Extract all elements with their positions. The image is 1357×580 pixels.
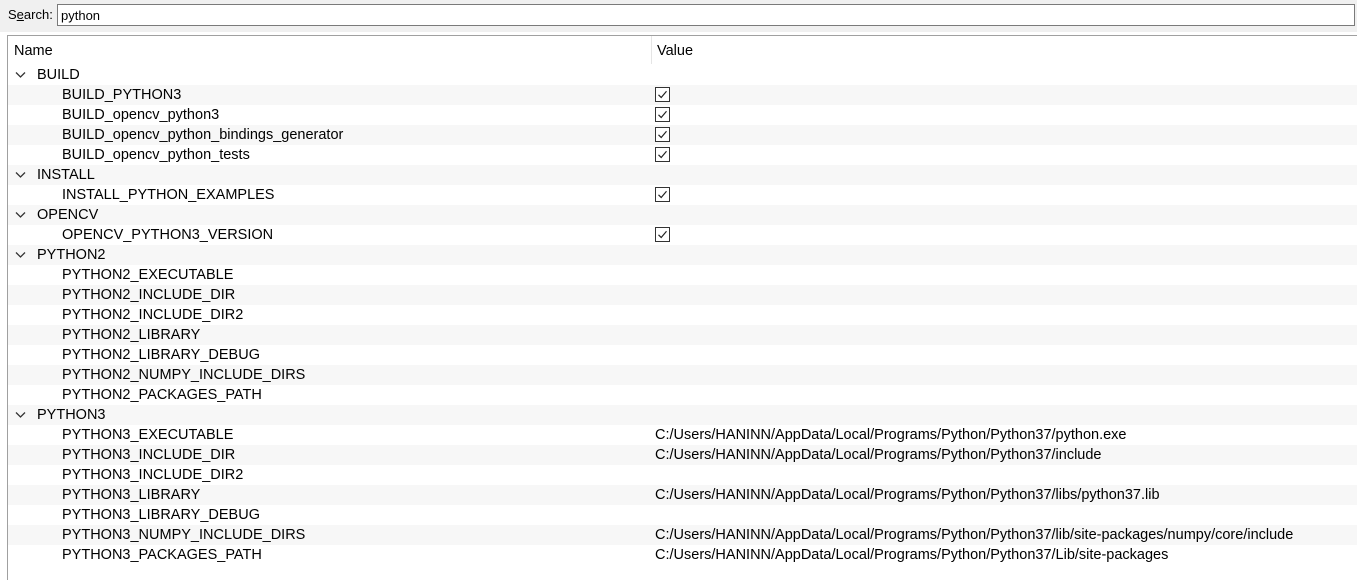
tree-item-row[interactable]: PYTHON2_LIBRARY <box>8 325 1357 345</box>
variable-name: OPENCV_PYTHON3_VERSION <box>62 227 274 243</box>
checkbox-checked-icon[interactable] <box>655 227 670 242</box>
variable-name: PYTHON2_NUMPY_INCLUDE_DIRS <box>62 367 306 383</box>
tree-item-row[interactable]: BUILD_opencv_python3 <box>8 105 1357 125</box>
tree-item-row[interactable]: OPENCV_PYTHON3_VERSION <box>8 225 1357 245</box>
chevron-down-icon[interactable] <box>14 405 28 425</box>
search-label: Search: <box>8 7 53 23</box>
tree-item-row[interactable]: PYTHON3_LIBRARY_DEBUG <box>8 505 1357 525</box>
variable-name: PYTHON2_INCLUDE_DIR2 <box>62 307 244 323</box>
variable-name: PYTHON2_INCLUDE_DIR <box>62 287 236 303</box>
variable-name: PYTHON3_NUMPY_INCLUDE_DIRS <box>62 527 306 543</box>
tree-group-label: PYTHON2 <box>37 247 106 263</box>
variable-name: PYTHON2_EXECUTABLE <box>62 267 234 283</box>
variable-name: PYTHON3_EXECUTABLE <box>62 427 234 443</box>
search-label-suffix: arch: <box>23 7 53 22</box>
tree-item-row[interactable]: PYTHON3_LIBRARY C:/Users/HANINN/AppData/L… <box>8 485 1357 505</box>
tree-item-row[interactable]: PYTHON2_PACKAGES_PATH <box>8 385 1357 405</box>
variable-name: PYTHON3_INCLUDE_DIR2 <box>62 467 244 483</box>
tree-group-label: INSTALL <box>37 167 95 183</box>
checkbox-checked-icon[interactable] <box>655 147 670 162</box>
checkbox-checked-icon[interactable] <box>655 87 670 102</box>
variable-name: INSTALL_PYTHON_EXAMPLES <box>62 187 275 203</box>
tree-item-row[interactable]: PYTHON2_NUMPY_INCLUDE_DIRS <box>8 365 1357 385</box>
tree-header: Name Value <box>8 36 1357 64</box>
tree-rows: BUILD BUILD_PYTHON3 BUILD_opencv_python3 BU… <box>8 65 1357 565</box>
column-separator[interactable] <box>651 36 652 64</box>
checkbox-checked-icon[interactable] <box>655 127 670 142</box>
tree-item-row[interactable]: PYTHON2_INCLUDE_DIR <box>8 285 1357 305</box>
variable-name: PYTHON3_INCLUDE_DIR <box>62 447 236 463</box>
variable-name: PYTHON2_LIBRARY_DEBUG <box>62 347 260 363</box>
column-header-name[interactable]: Name <box>14 42 53 60</box>
variable-name: PYTHON2_LIBRARY <box>62 327 201 343</box>
cache-variables-tree[interactable]: Name Value BUILD BUILD_PYTHON3 BUILD_openc… <box>7 35 1357 580</box>
tree-group-row[interactable]: OPENCV <box>8 205 1357 225</box>
variable-value[interactable]: C:/Users/HANINN/AppData/Local/Programs/P… <box>655 525 1293 545</box>
tree-item-row[interactable]: PYTHON2_EXECUTABLE <box>8 265 1357 285</box>
search-label-mnemonic: e <box>16 7 24 22</box>
tree-item-row[interactable]: PYTHON3_PACKAGES_PATH C:/Users/HANINN/App… <box>8 545 1357 565</box>
tree-item-row[interactable]: PYTHON3_NUMPY_INCLUDE_DIRS C:/Users/HANIN… <box>8 525 1357 545</box>
tree-item-row[interactable]: PYTHON3_EXECUTABLE C:/Users/HANINN/AppDat… <box>8 425 1357 445</box>
variable-value[interactable]: C:/Users/HANINN/AppData/Local/Programs/P… <box>655 425 1126 445</box>
chevron-down-icon[interactable] <box>14 165 28 185</box>
chevron-down-icon[interactable] <box>14 65 28 85</box>
variable-name: BUILD_opencv_python_bindings_generator <box>62 127 344 143</box>
variable-name: BUILD_opencv_python3 <box>62 107 220 123</box>
search-bar: Search: <box>0 0 1357 32</box>
variable-name: BUILD_opencv_python_tests <box>62 147 250 163</box>
tree-group-label: PYTHON3 <box>37 407 106 423</box>
tree-item-row[interactable]: PYTHON3_INCLUDE_DIR C:/Users/HANINN/AppDa… <box>8 445 1357 465</box>
tree-group-row[interactable]: PYTHON3 <box>8 405 1357 425</box>
tree-group-label: OPENCV <box>37 207 99 223</box>
variable-value[interactable]: C:/Users/HANINN/AppData/Local/Programs/P… <box>655 545 1168 565</box>
variable-value[interactable]: C:/Users/HANINN/AppData/Local/Programs/P… <box>655 485 1160 505</box>
checkbox-checked-icon[interactable] <box>655 187 670 202</box>
tree-item-row[interactable]: PYTHON2_INCLUDE_DIR2 <box>8 305 1357 325</box>
variable-name: PYTHON3_LIBRARY <box>62 487 201 503</box>
tree-item-row[interactable]: PYTHON2_LIBRARY_DEBUG <box>8 345 1357 365</box>
checkbox-checked-icon[interactable] <box>655 107 670 122</box>
variable-name: PYTHON3_PACKAGES_PATH <box>62 547 262 563</box>
tree-group-row[interactable]: PYTHON2 <box>8 245 1357 265</box>
tree-item-row[interactable]: BUILD_opencv_python_bindings_generator <box>8 125 1357 145</box>
tree-item-row[interactable]: PYTHON3_INCLUDE_DIR2 <box>8 465 1357 485</box>
chevron-down-icon[interactable] <box>14 245 28 265</box>
tree-item-row[interactable]: BUILD_PYTHON3 <box>8 85 1357 105</box>
search-label-prefix: S <box>8 7 17 22</box>
chevron-down-icon[interactable] <box>14 205 28 225</box>
search-input[interactable] <box>57 4 1355 26</box>
tree-group-row[interactable]: INSTALL <box>8 165 1357 185</box>
tree-group-label: BUILD <box>37 67 80 83</box>
variable-value[interactable]: C:/Users/HANINN/AppData/Local/Programs/P… <box>655 445 1101 465</box>
tree-item-row[interactable]: INSTALL_PYTHON_EXAMPLES <box>8 185 1357 205</box>
column-header-value[interactable]: Value <box>657 42 693 60</box>
variable-name: PYTHON3_LIBRARY_DEBUG <box>62 507 260 523</box>
variable-name: PYTHON2_PACKAGES_PATH <box>62 387 262 403</box>
variable-name: BUILD_PYTHON3 <box>62 87 182 103</box>
tree-item-row[interactable]: BUILD_opencv_python_tests <box>8 145 1357 165</box>
tree-group-row[interactable]: BUILD <box>8 65 1357 85</box>
